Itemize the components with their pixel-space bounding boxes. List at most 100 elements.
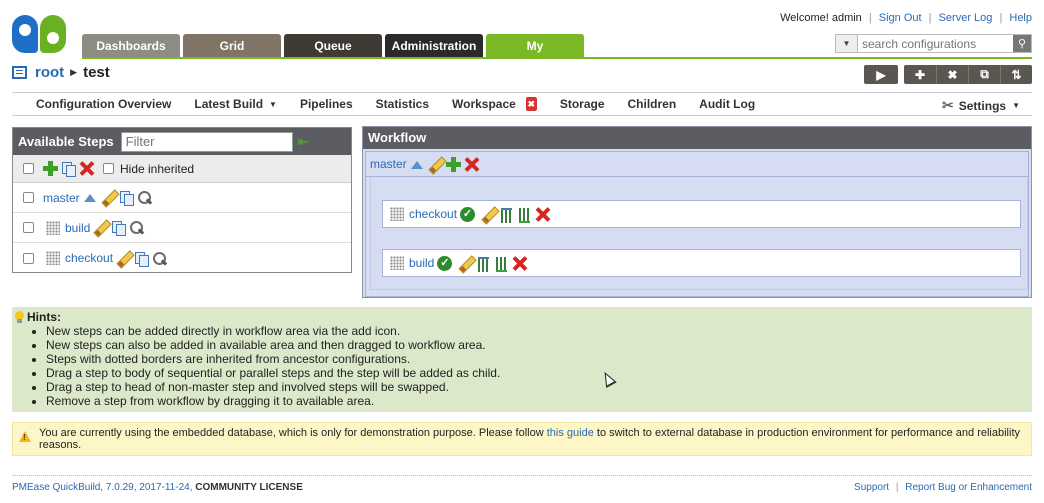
step-filter-input[interactable]: [120, 131, 293, 152]
tab-dashboards[interactable]: Dashboards: [82, 34, 180, 57]
enabled-check-icon[interactable]: [437, 255, 453, 271]
chevron-down-icon: ▼: [1012, 101, 1020, 110]
nav-label: Statistics: [375, 97, 429, 111]
step-link-checkout[interactable]: checkout: [65, 251, 113, 265]
lightbulb-icon: [14, 310, 24, 324]
edit-icon[interactable]: [101, 190, 116, 205]
nav-statistics[interactable]: Statistics: [376, 97, 429, 111]
nav-latest-build[interactable]: Latest Build ▼: [194, 97, 277, 111]
search-usage-icon[interactable]: [152, 251, 167, 266]
warning-text-before: You are currently using the embedded dat…: [39, 427, 547, 439]
quickbuild-logo[interactable]: [12, 15, 68, 53]
server-log-link[interactable]: Server Log: [939, 12, 993, 24]
reorder-configuration-button[interactable]: ⇅: [1000, 65, 1032, 84]
warning-guide-link[interactable]: this guide: [547, 427, 594, 439]
search-icon[interactable]: ⚲: [1013, 35, 1031, 52]
copy-icon[interactable]: [134, 251, 150, 267]
settings-label: Settings: [958, 98, 1007, 113]
step-checkbox[interactable]: [23, 192, 34, 203]
nav-label: Workspace: [452, 97, 516, 111]
delete-configuration-button[interactable]: ✖: [936, 65, 968, 84]
copy-step-icon[interactable]: [61, 161, 76, 177]
insert-sequential-icon[interactable]: [517, 207, 532, 223]
master-step-link[interactable]: master: [370, 157, 407, 171]
nav-pipelines[interactable]: Pipelines: [300, 97, 353, 111]
add-step-icon[interactable]: [43, 161, 58, 176]
nav-children[interactable]: Children: [628, 97, 677, 111]
breadcrumb-current: test: [83, 64, 110, 81]
pull-steps-icon[interactable]: ⇤: [298, 134, 314, 149]
tab-administration[interactable]: Administration: [385, 34, 483, 57]
workflow-step-checkout[interactable]: checkout: [382, 200, 1021, 228]
hint-item: Steps with dotted borders are inherited …: [46, 352, 1032, 366]
hint-item: New steps can be added directly in workf…: [46, 324, 1032, 338]
config-action-group: ✚ ✖ ⧉ ⇅: [904, 65, 1032, 84]
run-button[interactable]: ▶: [864, 65, 898, 84]
sign-out-link[interactable]: Sign Out: [879, 12, 922, 24]
step-link-master[interactable]: master: [43, 191, 80, 205]
workflow-step-link[interactable]: build: [409, 256, 434, 270]
tab-queue[interactable]: Queue: [284, 34, 382, 57]
insert-sequential-icon[interactable]: [494, 256, 509, 272]
add-configuration-button[interactable]: ✚: [904, 65, 936, 84]
available-steps-panel: Available Steps ⇤ Hide inherited master …: [12, 127, 352, 273]
nav-storage[interactable]: Storage: [560, 97, 605, 111]
edit-icon[interactable]: [116, 251, 131, 266]
step-checkbox[interactable]: [23, 222, 34, 233]
available-step-row: build: [13, 213, 351, 243]
configuration-subnav: Configuration Overview Latest Build ▼ Pip…: [12, 92, 1032, 116]
hide-inherited-checkbox[interactable]: [103, 163, 114, 174]
tools-icon: ✂: [942, 97, 954, 113]
hints-list: New steps can be added directly in workf…: [46, 324, 1032, 408]
tab-grid[interactable]: Grid: [183, 34, 281, 57]
settings-menu[interactable]: ✂ Settings ▼: [942, 97, 1020, 114]
edit-icon[interactable]: [93, 220, 108, 235]
step-link-build[interactable]: build: [65, 221, 90, 235]
search-dropdown-icon[interactable]: ▼: [836, 35, 858, 52]
master-step-header[interactable]: master: [366, 152, 1028, 177]
help-link[interactable]: Help: [1009, 12, 1032, 24]
workflow-step-build[interactable]: build: [382, 249, 1021, 277]
edit-icon[interactable]: [481, 207, 496, 222]
workflow-step-link[interactable]: checkout: [409, 207, 457, 221]
master-step-body[interactable]: checkout build: [370, 178, 1028, 290]
license-text: COMMUNITY LICENSE: [195, 482, 303, 493]
workspace-alert-icon[interactable]: ✖: [525, 97, 537, 111]
add-child-step-icon[interactable]: [445, 156, 461, 172]
insert-parallel-icon[interactable]: [499, 207, 514, 223]
inherited-grip-icon: [46, 251, 60, 265]
copy-icon[interactable]: [119, 190, 134, 206]
support-link[interactable]: Support: [854, 482, 889, 493]
master-step-container[interactable]: master checkout build: [365, 151, 1029, 297]
hints-title: Hints:: [27, 310, 61, 324]
search-box: ▼ ⚲: [835, 34, 1032, 53]
delete-step-icon[interactable]: [79, 161, 94, 176]
search-usage-icon[interactable]: [137, 190, 152, 205]
report-bug-link[interactable]: Report Bug or Enhancement: [905, 482, 1032, 493]
select-all-checkbox[interactable]: [23, 163, 34, 174]
nav-workspace[interactable]: Workspace ✖: [452, 97, 537, 111]
configuration-list-icon[interactable]: [12, 66, 27, 79]
edit-icon[interactable]: [428, 157, 443, 172]
version-info: PMEase QuickBuild, 7.0.29, 2017-11-24, C…: [12, 482, 303, 493]
copy-icon[interactable]: [111, 220, 127, 236]
search-input[interactable]: [858, 35, 1013, 52]
enabled-check-icon[interactable]: [460, 206, 476, 222]
sequential-step-icon: [83, 190, 98, 205]
nav-audit-log[interactable]: Audit Log: [699, 97, 755, 111]
workflow-panel: Workflow master checkout build: [362, 126, 1032, 298]
step-checkbox[interactable]: [23, 252, 34, 264]
search-usage-icon[interactable]: [129, 220, 144, 235]
delete-icon[interactable]: [535, 207, 550, 222]
available-step-row: master: [13, 183, 351, 213]
delete-icon[interactable]: [464, 157, 479, 172]
delete-icon[interactable]: [512, 256, 527, 271]
edit-icon[interactable]: [458, 256, 473, 271]
copy-configuration-button[interactable]: ⧉: [968, 65, 1000, 84]
nav-label: Storage: [559, 97, 605, 111]
tab-my[interactable]: My: [486, 34, 584, 57]
hints-panel: Hints: New steps can be added directly i…: [12, 307, 1032, 412]
breadcrumb-root-link[interactable]: root: [35, 64, 64, 81]
nav-configuration-overview[interactable]: Configuration Overview: [36, 97, 171, 111]
insert-parallel-icon[interactable]: [476, 256, 491, 272]
